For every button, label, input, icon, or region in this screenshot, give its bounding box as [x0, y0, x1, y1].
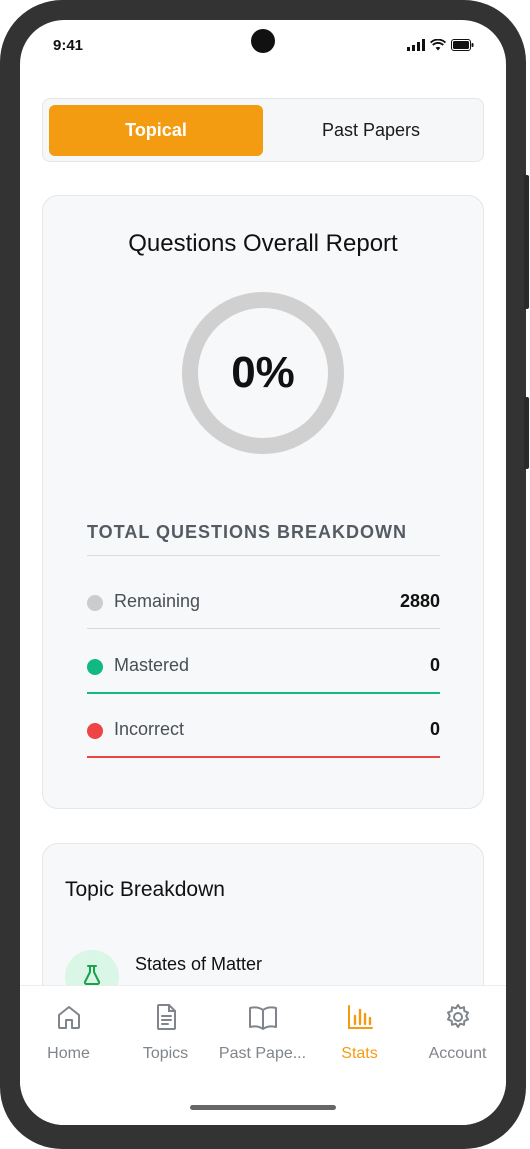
nav-stats-label: Stats — [341, 1045, 378, 1062]
home-icon — [54, 1002, 84, 1037]
remaining-label: Remaining — [114, 591, 201, 611]
battery-icon — [451, 38, 474, 56]
remaining-divider — [87, 628, 440, 629]
gear-icon — [443, 1002, 473, 1037]
wifi-icon — [429, 38, 447, 56]
mastered-value: 0 — [429, 655, 440, 675]
nav-past-papers-label: Past Pape... — [218, 1045, 307, 1062]
front-camera — [251, 29, 275, 53]
overall-report-card: Questions Overall Report 0% TOTAL QUESTI… — [42, 195, 484, 809]
mastered-divider — [87, 692, 440, 694]
nav-account-label: Account — [428, 1045, 487, 1062]
status-icons — [407, 38, 474, 56]
nav-past-papers[interactable]: Past Pape... — [214, 1002, 311, 1066]
mastered-label: Mastered — [114, 655, 190, 675]
topic-name: States of Matter — [135, 954, 263, 974]
nav-home[interactable]: Home — [20, 1002, 117, 1066]
tab-topical[interactable]: Topical — [49, 105, 263, 156]
tab-past-papers[interactable]: Past Papers — [264, 105, 478, 156]
report-title: Questions Overall Report — [128, 230, 398, 257]
incorrect-divider — [87, 756, 440, 758]
remaining-dot — [87, 595, 103, 611]
remaining-value: 2880 — [399, 591, 440, 611]
stat-row-incorrect: Incorrect 0 — [87, 711, 440, 758]
volume-button — [524, 397, 529, 469]
status-bar: 9:41 — [20, 20, 506, 72]
status-time: 9:41 — [53, 37, 84, 54]
stat-row-mastered: Mastered 0 — [87, 647, 440, 694]
bar-chart-icon — [345, 1002, 375, 1037]
signal-icon — [407, 38, 425, 56]
progress-value: 0% — [231, 348, 295, 397]
document-icon — [151, 1002, 181, 1037]
bottom-navigation: Home Topics Past Pape... Stats Account — [20, 985, 506, 1125]
mastered-dot — [87, 659, 103, 675]
nav-account[interactable]: Account — [409, 1002, 506, 1066]
segmented-control: Topical Past Papers — [42, 98, 484, 162]
incorrect-value: 0 — [429, 719, 440, 739]
incorrect-dot — [87, 723, 103, 739]
nav-stats[interactable]: Stats — [311, 1002, 408, 1066]
breakdown-heading: TOTAL QUESTIONS BREAKDOWN — [87, 522, 408, 542]
progress-ring: 0% — [182, 292, 344, 454]
app-screen: 9:41 Topical Past Papers Questions Overa… — [20, 20, 506, 1125]
incorrect-label: Incorrect — [114, 719, 185, 739]
power-button — [524, 175, 529, 309]
nav-topics-label: Topics — [142, 1045, 189, 1062]
stat-row-remaining: Remaining 2880 — [87, 583, 440, 629]
divider — [87, 555, 440, 556]
nav-home-label: Home — [47, 1045, 90, 1062]
nav-topics[interactable]: Topics — [117, 1002, 214, 1066]
book-icon — [247, 1002, 279, 1037]
home-indicator[interactable] — [190, 1105, 336, 1110]
topic-breakdown-title: Topic Breakdown — [65, 878, 225, 901]
